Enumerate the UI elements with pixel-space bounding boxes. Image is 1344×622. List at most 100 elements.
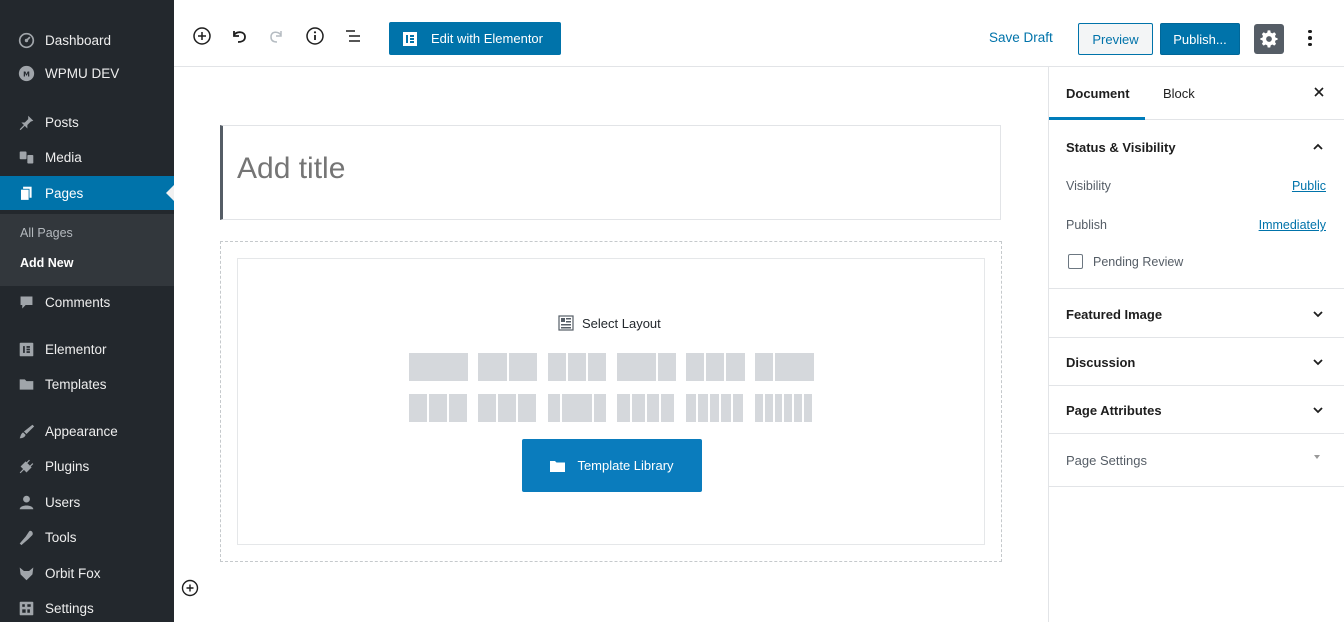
- menu-label: Dashboard: [45, 32, 112, 48]
- layout-option-1-2-col[interactable]: [686, 353, 745, 381]
- settings-toggle-button[interactable]: [1254, 24, 1284, 54]
- publish-button[interactable]: Publish...: [1160, 23, 1240, 55]
- layout-option-1-3-col[interactable]: [755, 353, 814, 381]
- fox-icon: [16, 563, 36, 583]
- block-navigation-icon[interactable]: [343, 26, 363, 46]
- comment-bubble-icon: [16, 292, 36, 312]
- dot: [1308, 36, 1312, 40]
- dashboard-icon: [16, 30, 36, 50]
- publish-value-link[interactable]: Immediately: [1259, 218, 1326, 232]
- menu-label: Templates: [45, 376, 107, 392]
- panel-tabs: Document Block: [1049, 67, 1344, 120]
- menu-label: Media: [45, 149, 82, 165]
- folder-icon: [16, 374, 36, 394]
- paintbrush-icon: [16, 421, 36, 441]
- menu-label: Tools: [45, 529, 77, 545]
- menu-label: Users: [45, 494, 81, 510]
- redo-icon[interactable]: [266, 26, 286, 46]
- menu-item-pages[interactable]: Pages: [0, 176, 174, 210]
- page-attributes-panel[interactable]: Page Attributes: [1049, 386, 1344, 434]
- menu-label: Elementor: [45, 341, 107, 357]
- add-block-inline-icon[interactable]: [180, 578, 200, 598]
- status-visibility-title[interactable]: Status & Visibility: [1066, 140, 1176, 155]
- menu-item-comments[interactable]: Comments: [0, 285, 174, 319]
- plug-icon: [16, 456, 36, 476]
- tab-block[interactable]: Block: [1163, 86, 1195, 101]
- layout-option-1-2-1-col[interactable]: [548, 394, 606, 422]
- page-settings-title: Page Settings: [1066, 453, 1147, 468]
- chevron-down-icon[interactable]: [1311, 307, 1325, 321]
- menu-item-media[interactable]: Media: [0, 140, 174, 174]
- template-library-button[interactable]: Template Library: [522, 439, 702, 492]
- discussion-panel[interactable]: Discussion: [1049, 338, 1344, 386]
- submenu-add-new[interactable]: Add New: [20, 256, 73, 270]
- page-settings-panel[interactable]: Page Settings: [1049, 434, 1344, 487]
- menu-label: Posts: [45, 114, 79, 130]
- menu-item-plugins[interactable]: Plugins: [0, 449, 174, 483]
- layout-option-6-col[interactable]: [755, 394, 812, 422]
- close-icon[interactable]: [1311, 84, 1327, 100]
- menu-label: Comments: [45, 294, 111, 310]
- menu-item-posts[interactable]: Posts: [0, 105, 174, 139]
- pushpin-icon: [16, 112, 36, 132]
- discussion-title: Discussion: [1066, 355, 1136, 370]
- layout-option-2-col[interactable]: [478, 353, 537, 381]
- info-icon[interactable]: [305, 26, 325, 46]
- visibility-label: Visibility: [1066, 179, 1111, 193]
- title-block[interactable]: [220, 125, 1001, 220]
- select-layout-heading: Select Layout: [558, 315, 661, 331]
- menu-label: Pages: [45, 185, 84, 201]
- more-options-button[interactable]: [1304, 26, 1316, 50]
- admin-sidebar: Dashboard M WPMU DEV Posts Media Pages A…: [0, 0, 174, 622]
- layout-option-2-1-col[interactable]: [617, 353, 676, 381]
- menu-item-appearance[interactable]: Appearance: [0, 414, 174, 448]
- layout-option-4-col[interactable]: [409, 394, 467, 422]
- edit-with-elementor-button[interactable]: Edit with Elementor: [389, 22, 561, 55]
- preview-button[interactable]: Preview: [1078, 23, 1153, 55]
- layout-option-4-col-c[interactable]: [617, 394, 674, 422]
- post-title-input[interactable]: [237, 152, 977, 186]
- menu-item-elementor[interactable]: Elementor: [0, 332, 174, 366]
- menu-item-dashboard[interactable]: Dashboard: [0, 23, 174, 57]
- layout-option-1-col[interactable]: [409, 353, 468, 381]
- svg-text:M: M: [23, 70, 30, 78]
- pending-review-checkbox[interactable]: [1068, 254, 1083, 269]
- visibility-value-link[interactable]: Public: [1292, 179, 1326, 193]
- edit-with-elementor-label: Edit with Elementor: [431, 31, 543, 46]
- select-layout-label: Select Layout: [582, 315, 661, 331]
- layout-option-5-col[interactable]: [686, 394, 743, 422]
- users-icon: [16, 492, 36, 512]
- featured-image-panel[interactable]: Featured Image: [1049, 289, 1344, 338]
- page-attributes-title: Page Attributes: [1066, 403, 1162, 418]
- dot: [1308, 42, 1312, 47]
- chevron-down-icon[interactable]: [1311, 355, 1325, 369]
- template-library-label: Template Library: [577, 458, 674, 473]
- featured-image-title: Featured Image: [1066, 307, 1163, 322]
- editor-toolbar: Edit with Elementor Save Draft Preview P…: [174, 0, 1344, 67]
- pages-icon: [16, 183, 36, 203]
- elementor-placeholder-inner: Select Layout Template Library: [237, 258, 985, 545]
- caret-down-icon[interactable]: [1314, 455, 1320, 459]
- add-block-icon[interactable]: [192, 26, 212, 46]
- media-icon: [16, 147, 36, 167]
- menu-item-tools[interactable]: Tools: [0, 520, 174, 554]
- menu-item-wpmu-dev[interactable]: M WPMU DEV: [0, 56, 174, 90]
- publish-label: Publish: [1066, 218, 1107, 232]
- layout-option-3-col[interactable]: [548, 353, 606, 381]
- menu-item-users[interactable]: Users: [0, 485, 174, 519]
- undo-icon[interactable]: [229, 26, 249, 46]
- menu-item-templates[interactable]: Templates: [0, 367, 174, 401]
- settings-sidebar: Document Block Status & Visibility Visib…: [1048, 67, 1344, 622]
- layout-icon: [558, 315, 574, 331]
- save-draft-link[interactable]: Save Draft: [989, 30, 1053, 45]
- submenu-all-pages[interactable]: All Pages: [20, 226, 73, 240]
- chevron-up-icon[interactable]: [1311, 140, 1325, 154]
- menu-item-settings[interactable]: Settings: [0, 591, 174, 622]
- tab-document[interactable]: Document: [1066, 86, 1130, 101]
- elementor-icon: [16, 339, 36, 359]
- menu-item-orbit-fox[interactable]: Orbit Fox: [0, 556, 174, 590]
- layout-option-4-col-b[interactable]: [478, 394, 536, 422]
- elementor-placeholder-block: Select Layout Template Library: [220, 241, 1002, 562]
- editor-canvas: Select Layout Template Library: [174, 67, 1048, 622]
- chevron-down-icon[interactable]: [1311, 403, 1325, 417]
